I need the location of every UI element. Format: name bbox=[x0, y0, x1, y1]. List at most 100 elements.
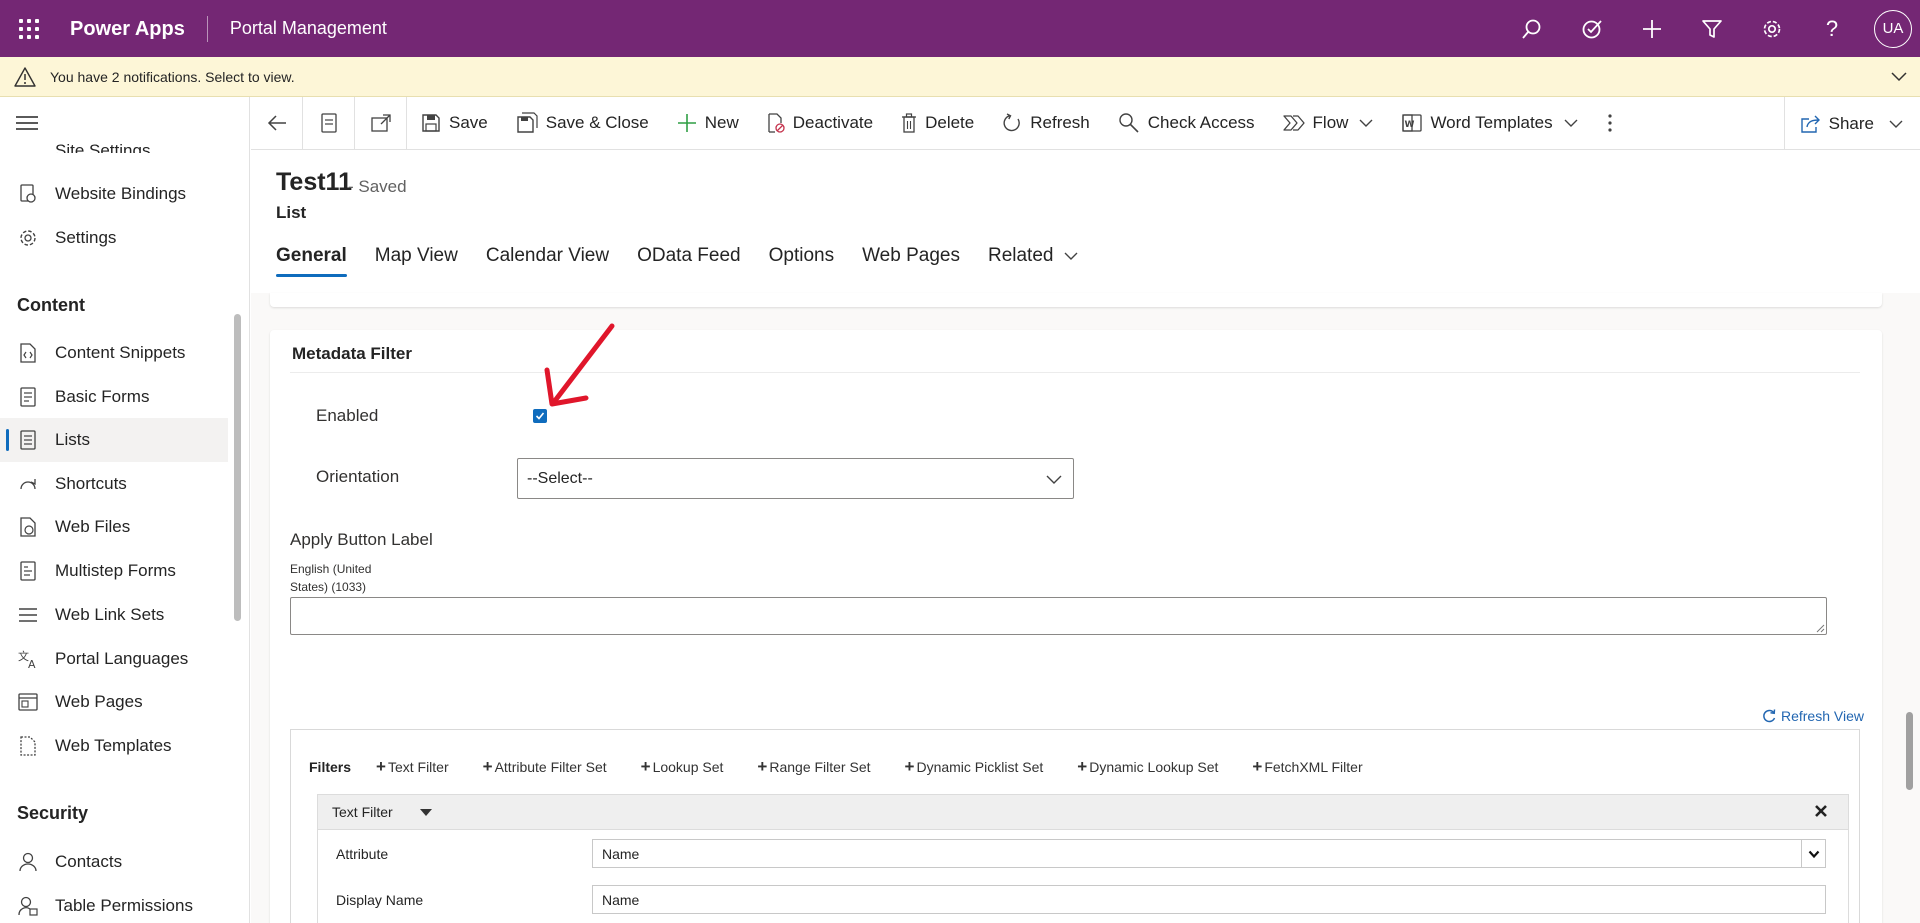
portal-name[interactable]: Portal Management bbox=[208, 18, 387, 39]
chevron-down-icon[interactable] bbox=[1890, 67, 1908, 85]
filter-button-label: Attribute Filter Set bbox=[494, 759, 607, 775]
warning-icon bbox=[14, 66, 36, 87]
enabled-label: Enabled bbox=[316, 406, 379, 425]
caret-down-icon[interactable] bbox=[419, 807, 433, 817]
sidebar-item-web-link-sets[interactable]: Web Link Sets bbox=[0, 593, 228, 637]
back-button[interactable] bbox=[251, 96, 303, 150]
trash-icon bbox=[902, 113, 917, 133]
text-filter-header[interactable]: Text Filter bbox=[318, 795, 1848, 830]
enabled-checkbox[interactable] bbox=[533, 409, 547, 423]
sidebar-item-shortcuts[interactable]: Shortcuts bbox=[0, 462, 228, 506]
tasks-button[interactable] bbox=[1562, 0, 1622, 57]
add-lookup-set-button[interactable]: + Lookup Set bbox=[641, 758, 724, 775]
check-access-button[interactable]: Check Access bbox=[1104, 97, 1269, 150]
settings-button[interactable] bbox=[1742, 0, 1802, 57]
sidebar-scrollbar[interactable] bbox=[234, 314, 241, 621]
user-avatar[interactable]: UA bbox=[1874, 9, 1912, 48]
form-tabs: General Map View Calendar View OData Fee… bbox=[276, 245, 1107, 277]
new-record-button[interactable]: New bbox=[663, 97, 753, 150]
sidebar-section-content: Content bbox=[17, 295, 85, 315]
delete-button[interactable]: Delete bbox=[887, 97, 988, 150]
deactivate-button[interactable]: Deactivate bbox=[753, 97, 887, 150]
sidebar-item-lists[interactable]: Lists bbox=[0, 418, 228, 462]
annotation-arrow-icon bbox=[544, 323, 615, 407]
tab-map-view[interactable]: Map View bbox=[375, 245, 458, 277]
refresh-button[interactable]: Refresh bbox=[988, 97, 1104, 150]
close-icon[interactable] bbox=[1814, 804, 1828, 818]
sidebar-item-web-files[interactable]: Web Files bbox=[0, 505, 228, 549]
main-scrollbar[interactable] bbox=[1906, 712, 1913, 790]
tab-general[interactable]: General bbox=[276, 245, 347, 277]
filter-button-label: FetchXML Filter bbox=[1264, 759, 1363, 775]
add-fetchxml-filter-button[interactable]: + FetchXML Filter bbox=[1252, 758, 1363, 775]
apply-button-label-title: Apply Button Label bbox=[290, 530, 433, 549]
sidebar-item-content-snippets[interactable]: Content Snippets bbox=[0, 331, 228, 375]
sidebar-item-label: Portal Languages bbox=[55, 649, 189, 668]
add-dynamic-lookup-set-button[interactable]: + Dynamic Lookup Set bbox=[1077, 757, 1219, 776]
plus-icon: + bbox=[1077, 757, 1088, 776]
filter-button[interactable] bbox=[1682, 0, 1742, 57]
notification-bar[interactable]: You have 2 notifications. Select to view… bbox=[0, 57, 1920, 97]
tab-odata-feed[interactable]: OData Feed bbox=[637, 245, 741, 277]
more-commands-button[interactable] bbox=[1593, 97, 1635, 150]
save-close-button[interactable]: Save & Close bbox=[502, 97, 663, 150]
share-button[interactable]: Share bbox=[1783, 97, 1920, 150]
add-dynamic-picklist-set-button[interactable]: + Dynamic Picklist Set bbox=[904, 757, 1044, 776]
refresh-view-link[interactable]: Refresh View bbox=[1762, 708, 1864, 724]
sidebar-item-web-templates[interactable]: Web Templates bbox=[0, 724, 228, 768]
sidebar-item-site-settings[interactable]: Site Settings bbox=[0, 129, 228, 153]
sidebar-item-label: Web Templates bbox=[55, 736, 172, 755]
save-button[interactable]: Save bbox=[407, 97, 502, 150]
sidebar-item-website-bindings[interactable]: Website Bindings bbox=[0, 172, 228, 216]
sidebar-item-basic-forms[interactable]: Basic Forms bbox=[0, 375, 228, 419]
attribute-dropdown-toggle[interactable] bbox=[1801, 840, 1825, 867]
add-icon bbox=[1643, 19, 1661, 38]
plus-icon: + bbox=[904, 757, 915, 776]
orientation-label: Orientation bbox=[316, 467, 400, 486]
apply-button-label-input[interactable] bbox=[290, 597, 1827, 635]
filters-toolbar: Filters + Text Filter + Attribute Filter S… bbox=[309, 757, 1397, 776]
search-button[interactable] bbox=[1502, 0, 1562, 57]
attribute-label: Attribute bbox=[336, 846, 389, 862]
help-button[interactable]: ? bbox=[1802, 0, 1862, 57]
display-name-label: Display Name bbox=[336, 892, 424, 908]
add-range-filter-set-button[interactable]: + Range Filter Set bbox=[757, 758, 870, 775]
snippet-icon bbox=[19, 343, 36, 363]
refresh-icon bbox=[1003, 113, 1021, 132]
display-name-input[interactable]: Name bbox=[592, 885, 1826, 914]
tab-web-pages[interactable]: Web Pages bbox=[862, 245, 960, 277]
sidebar-item-web-pages[interactable]: Web Pages bbox=[0, 680, 228, 724]
multistep-form-icon bbox=[19, 561, 36, 581]
sidebar-item-settings[interactable]: Settings bbox=[0, 216, 228, 260]
open-new-window-button[interactable] bbox=[355, 96, 407, 150]
orientation-select[interactable]: --Select-- bbox=[517, 458, 1074, 499]
sidebar-item-contacts[interactable]: Contacts bbox=[0, 840, 228, 884]
attribute-select[interactable]: Name bbox=[592, 839, 1826, 868]
word-templates-label: Word Templates bbox=[1430, 113, 1553, 132]
add-text-filter-button[interactable]: + Text Filter bbox=[376, 758, 449, 775]
sidebar-item-label: Settings bbox=[55, 228, 117, 247]
record-title: Test11 bbox=[276, 168, 352, 196]
word-templates-button[interactable]: W Word Templates bbox=[1388, 97, 1592, 150]
filter-button-label: Text Filter bbox=[387, 759, 449, 775]
tab-related[interactable]: Related bbox=[988, 245, 1080, 277]
sidebar-item-multistep-forms[interactable]: Multistep Forms bbox=[0, 549, 228, 593]
permission-icon bbox=[17, 896, 38, 916]
sidebar-item-table-permissions[interactable]: Table Permissions bbox=[0, 884, 228, 923]
sidebar-item-label: Content Snippets bbox=[55, 343, 186, 362]
tab-calendar-view[interactable]: Calendar View bbox=[486, 245, 609, 277]
sidebar-item-portal-languages[interactable]: 文A Portal Languages bbox=[0, 637, 228, 681]
add-attribute-filter-set-button[interactable]: + Attribute Filter Set bbox=[483, 758, 607, 775]
flow-button[interactable]: Flow bbox=[1269, 97, 1389, 150]
tab-options[interactable]: Options bbox=[769, 245, 834, 277]
web-page-icon bbox=[17, 693, 38, 711]
app-name[interactable]: Power Apps bbox=[58, 15, 208, 42]
app-launcher-button[interactable] bbox=[0, 0, 58, 57]
website-bindings-icon bbox=[19, 184, 36, 203]
filter-icon bbox=[1702, 19, 1722, 38]
new-button[interactable] bbox=[1622, 0, 1682, 57]
filter-button-label: Dynamic Lookup Set bbox=[1089, 759, 1219, 775]
sidebar-item-label: Web Files bbox=[55, 517, 131, 536]
shortcut-icon bbox=[19, 479, 36, 490]
record-set-button[interactable] bbox=[303, 96, 355, 150]
